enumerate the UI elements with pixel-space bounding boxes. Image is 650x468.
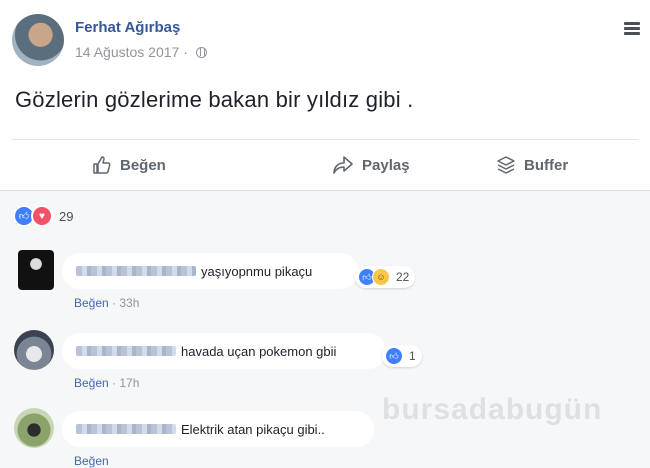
comment-text: havada uçan pokemon gbii [181,343,337,359]
like-button[interactable]: Beğen [92,153,166,177]
reaction-count: 29 [59,208,74,224]
buffer-button[interactable]: Buffer [496,153,568,177]
author-avatar[interactable] [12,14,64,66]
commenter-avatar[interactable] [18,250,54,290]
commenter-name-blurred[interactable] [76,424,176,434]
share-arrow-icon [333,156,353,174]
commenter-avatar[interactable] [14,408,54,448]
buffer-label: Buffer [524,156,569,174]
comment-reactions[interactable]: 👍︎ ☺ 22 [355,266,416,288]
comment-text: Elektrik atan pikaçu gibi.. [181,421,325,437]
comment-like-link[interactable]: Beğen [74,376,109,390]
like-label: Beğen [120,156,166,174]
comment-like-link[interactable]: Beğen [74,454,109,468]
comment-text: yaşıyopnmu pikaçu [201,263,313,279]
commenter-avatar[interactable] [14,330,54,370]
comment-bubble: Elektrik atan pikaçu gibi.. [62,411,374,447]
reactions-summary[interactable]: 👍︎ ♥ 29 [13,205,73,227]
thumbs-up-icon [93,156,111,174]
author-name[interactable]: Ferhat Ağırbaş [75,19,180,36]
divider [12,139,638,140]
commenter-name-blurred[interactable] [76,346,176,356]
comment-actions: Beğen · 17h [74,376,139,390]
comment-like-link[interactable]: Beğen [74,296,109,310]
comment-actions: Beğen [74,454,109,468]
watermark-logo: bursadabugün [382,393,603,426]
more-options-icon[interactable] [624,22,640,36]
comment-reaction-count: 1 [409,349,416,363]
love-reaction-icon: ♥ [31,205,53,227]
post-date[interactable]: 14 Ağustos 2017 · [75,44,188,60]
post-meta: 14 Ağustos 2017 · [75,44,207,60]
comment-actions: Beğen · 33h [74,296,139,310]
comment-time[interactable]: · 17h [109,376,139,390]
comment-bubble: havada uçan pokemon gbii [62,333,386,369]
share-label: Paylaş [362,156,410,174]
comment-reaction-count: 22 [396,270,410,284]
commenter-name-blurred[interactable] [76,266,196,276]
comment-time[interactable]: · 33h [109,296,139,310]
layers-icon [497,156,515,174]
post-card: Ferhat Ağırbaş 14 Ağustos 2017 · Gözleri… [0,0,650,191]
haha-reaction-icon: ☺ [372,268,390,286]
like-reaction-icon: 👍︎ [385,347,403,365]
comment-reactions[interactable]: 👍︎ 1 [382,345,422,367]
globe-icon [195,46,207,58]
share-button[interactable]: Paylaş [332,153,410,177]
comment-bubble: yaşıyopnmu pikaçu [62,253,358,289]
post-text: Gözlerin gözlerime bakan bir yıldız gibi… [15,87,414,112]
